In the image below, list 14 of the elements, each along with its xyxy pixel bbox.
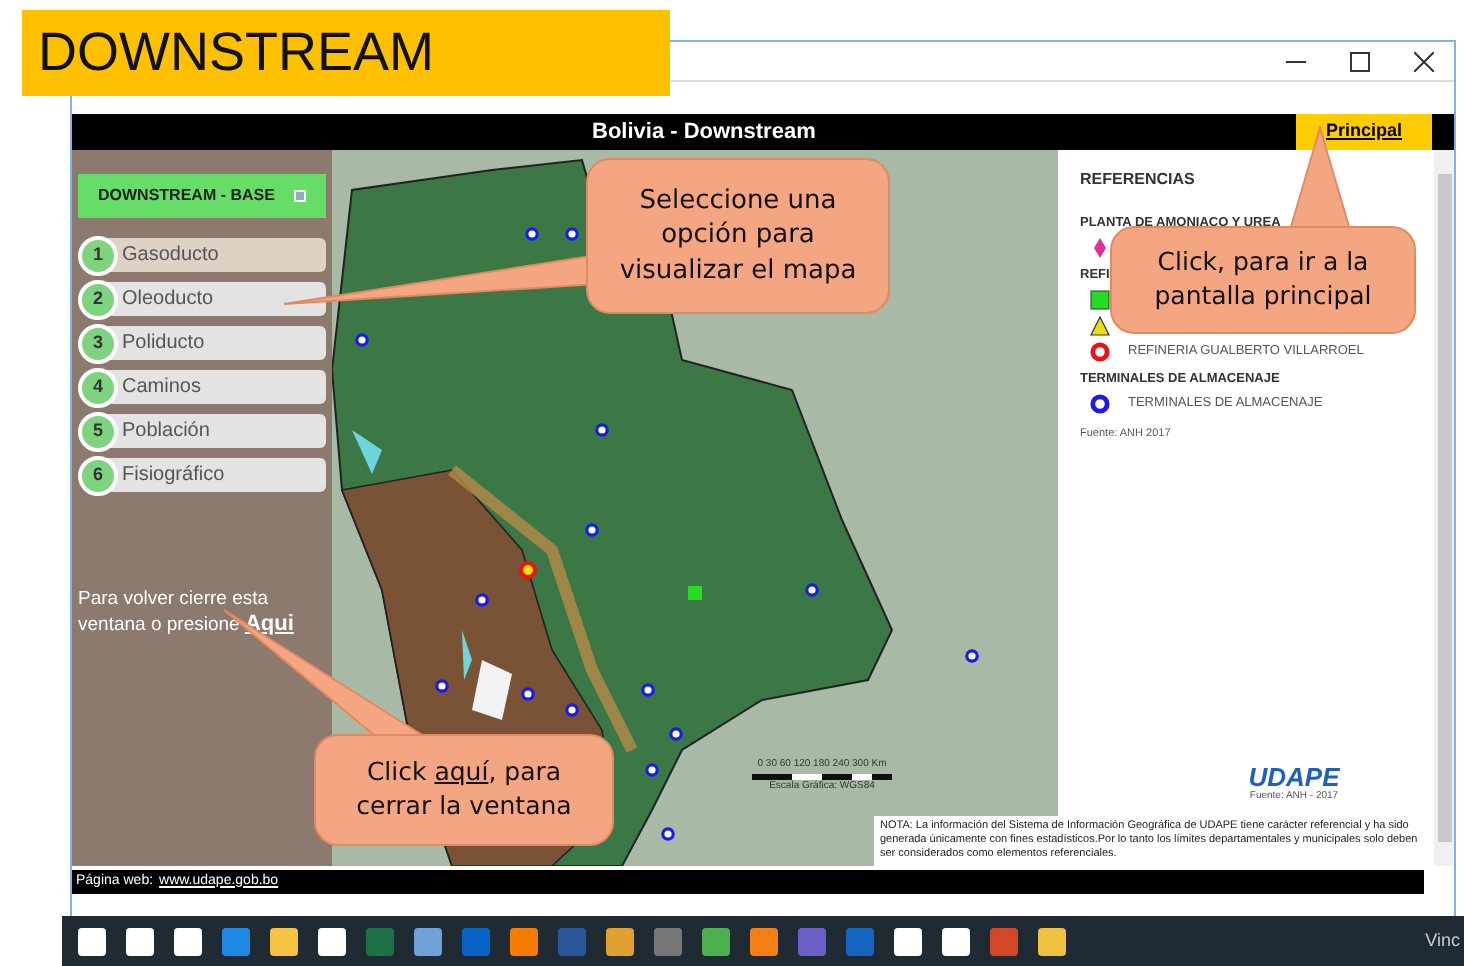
number-badge: 4 <box>78 367 118 407</box>
number-badge: 1 <box>78 235 118 275</box>
number-badge: 2 <box>78 279 118 319</box>
number-badge: 3 <box>78 323 118 363</box>
number-badge: 5 <box>78 411 118 451</box>
close-instructions: Para volver cierre esta ventana o presione Aqui <box>78 586 296 638</box>
number-badge: 6 <box>78 455 118 495</box>
page-title: Bolivia - Downstream <box>592 117 816 148</box>
udape-logo: UDAPE <box>1248 763 1340 789</box>
tray-text: Vinc <box>1425 927 1460 954</box>
title-banner: DOWNSTREAM <box>22 10 670 96</box>
callout-bubble: Seleccione una opción para visualizar el mapa <box>586 158 890 314</box>
legend-title: REFERENCIAS <box>1080 168 1197 192</box>
callout-bubble: Click aquí, para cerrar la ventana <box>314 734 614 846</box>
